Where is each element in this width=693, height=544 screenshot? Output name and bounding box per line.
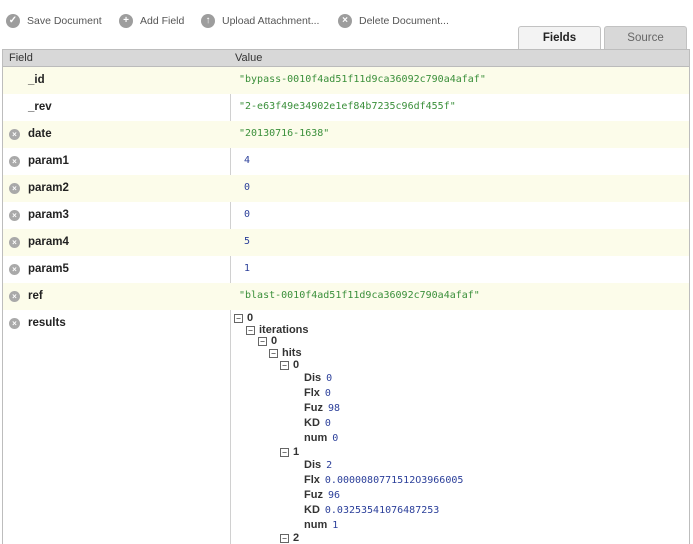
plus-icon: + xyxy=(119,14,133,28)
field-name: param2 xyxy=(28,182,69,194)
table-row[interactable]: × date "20130716-1638" xyxy=(3,121,689,148)
collapse-icon[interactable]: − xyxy=(280,533,289,543)
tree-leaf[interactable]: Dis 2 xyxy=(304,459,332,471)
tree-node[interactable]: −1 xyxy=(280,446,299,458)
field-value[interactable]: 0 xyxy=(244,209,250,220)
tree-leaf[interactable]: Fuz 98 xyxy=(304,402,340,414)
tree-node[interactable]: −0 xyxy=(258,335,277,347)
toolbar: ✓ Save Document + Add Field ↑ Upload Attach… xyxy=(0,0,693,51)
field-value[interactable]: "bypass-0010f4ad51f11d9ca36092c790a4afaf… xyxy=(239,74,486,85)
tree-leaf[interactable]: KD 0 xyxy=(304,417,331,429)
field-name: _id xyxy=(28,74,45,86)
table-row[interactable]: × param3 0 xyxy=(3,202,689,229)
table-header: Field Value xyxy=(3,50,689,67)
field-name: param4 xyxy=(28,236,69,248)
table-row[interactable]: _rev "2-e63f49e34902e1ef84b7235c96df455f… xyxy=(3,94,689,121)
collapse-icon[interactable]: − xyxy=(280,360,289,370)
add-field-label: Add Field xyxy=(140,15,185,27)
collapse-icon[interactable]: − xyxy=(258,336,267,346)
field-value[interactable]: "2-e63f49e34902e1ef84b7235c96df455f" xyxy=(239,101,456,112)
field-name: results xyxy=(28,317,66,329)
add-field-button[interactable]: + Add Field xyxy=(119,13,184,29)
field-value[interactable]: 5 xyxy=(244,236,250,247)
upload-attachment-label: Upload Attachment... xyxy=(222,15,320,27)
tree-leaf[interactable]: Flx 0 xyxy=(304,387,331,399)
field-value[interactable]: "20130716-1638" xyxy=(239,128,329,139)
save-document-label: Save Document xyxy=(27,15,102,27)
tree-node[interactable]: −2 xyxy=(280,532,299,544)
delete-field-icon[interactable]: × xyxy=(9,183,20,194)
field-name: ref xyxy=(28,290,43,302)
arrow-up-icon: ↑ xyxy=(201,14,215,28)
table-row[interactable]: × param1 4 xyxy=(3,148,689,175)
check-icon: ✓ xyxy=(6,14,20,28)
field-name: param5 xyxy=(28,263,69,275)
tree-leaf[interactable]: Dis 0 xyxy=(304,372,332,384)
view-tabs: Fields Source xyxy=(515,26,687,51)
tree-leaf[interactable]: Fuz 96 xyxy=(304,489,340,501)
table-row[interactable]: × results −0 − iterations −0 − hits −0 Dis… xyxy=(3,310,689,544)
tree-leaf[interactable]: Flx 0.0000080771512O3966005 xyxy=(304,474,463,486)
document-fields-table: Field Value _id "bypass-0010f4ad51f11d9c… xyxy=(2,49,690,544)
tree-leaf[interactable]: KD 0.03253541076487253 xyxy=(304,504,439,516)
close-icon: × xyxy=(338,14,352,28)
collapse-icon[interactable]: − xyxy=(246,325,255,335)
collapse-icon[interactable]: − xyxy=(269,348,278,358)
field-name: param1 xyxy=(28,155,69,167)
delete-document-label: Delete Document... xyxy=(359,15,449,27)
delete-field-icon[interactable]: × xyxy=(9,210,20,221)
tree-node[interactable]: −0 xyxy=(280,359,299,371)
field-name: date xyxy=(28,128,52,140)
field-value[interactable]: 4 xyxy=(244,155,250,166)
tree-node[interactable]: −0 xyxy=(234,312,253,324)
delete-field-icon[interactable]: × xyxy=(9,129,20,140)
table-row[interactable]: × param2 0 xyxy=(3,175,689,202)
field-value[interactable]: 0 xyxy=(244,182,250,193)
tree-leaf[interactable]: num 1 xyxy=(304,519,338,531)
field-name: _rev xyxy=(28,101,52,113)
header-field: Field xyxy=(9,52,33,64)
delete-field-icon[interactable]: × xyxy=(9,237,20,248)
collapse-icon[interactable]: − xyxy=(280,447,289,457)
table-row[interactable]: × param5 1 xyxy=(3,256,689,283)
field-value[interactable]: "blast-0010f4ad51f11d9ca36092c790a4afaf" xyxy=(239,290,480,301)
delete-field-icon[interactable]: × xyxy=(9,318,20,329)
table-row[interactable]: × ref "blast-0010f4ad51f11d9ca36092c790a… xyxy=(3,283,689,310)
tree-leaf[interactable]: num 0 xyxy=(304,432,338,444)
header-value: Value xyxy=(235,52,263,64)
delete-field-icon[interactable]: × xyxy=(9,264,20,275)
table-row[interactable]: × param4 5 xyxy=(3,229,689,256)
delete-document-button[interactable]: × Delete Document... xyxy=(338,13,449,29)
table-row[interactable]: _id "bypass-0010f4ad51f11d9ca36092c790a4… xyxy=(3,67,689,94)
delete-field-icon[interactable]: × xyxy=(9,156,20,167)
tree-node[interactable]: − iterations xyxy=(246,324,309,336)
tree-node[interactable]: − hits xyxy=(269,347,302,359)
delete-field-icon[interactable]: × xyxy=(9,291,20,302)
upload-attachment-button[interactable]: ↑ Upload Attachment... xyxy=(201,13,319,29)
collapse-icon[interactable]: − xyxy=(234,313,243,323)
save-document-button[interactable]: ✓ Save Document xyxy=(6,13,102,29)
tab-fields[interactable]: Fields xyxy=(518,26,601,51)
field-value[interactable]: 1 xyxy=(244,263,250,274)
tab-source[interactable]: Source xyxy=(604,26,687,50)
field-name: param3 xyxy=(28,209,69,221)
